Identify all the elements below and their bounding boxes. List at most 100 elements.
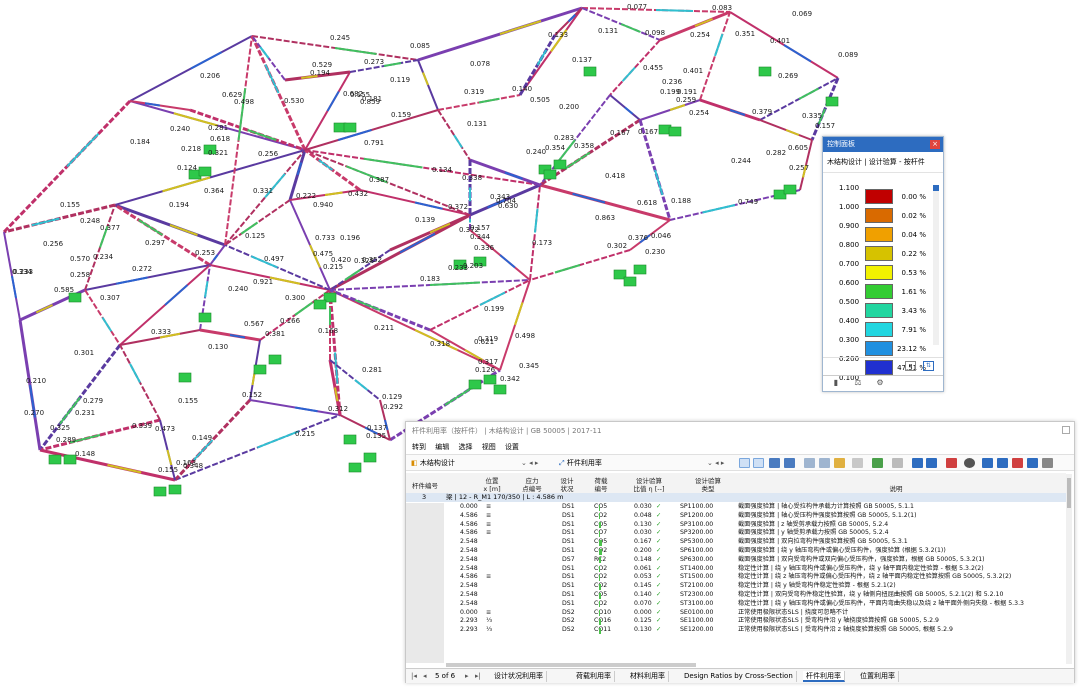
- scroll-thumb[interactable]: [1067, 478, 1071, 508]
- info-icon[interactable]: [1027, 458, 1038, 468]
- col-design-situation[interactable]: 设计 状况: [552, 477, 582, 493]
- table-row[interactable]: 0.000 ≡ DS2 CO10 0.000 ✓ SE0100.00 正常使用极限状态SLS …: [406, 609, 1066, 618]
- table-row[interactable]: 4.586 ≡ DS1 CO2 0.053 ✓ ST1500.00 稳定性计算 | 绕 z 轴…: [406, 573, 1066, 582]
- col-check-type[interactable]: 设计验算 类型: [682, 477, 734, 493]
- menu-view[interactable]: 视图: [482, 443, 496, 451]
- control-panel-titlebar[interactable]: 控制面板 ×: [823, 137, 943, 152]
- truss-member-highlight: [31, 217, 60, 227]
- member-ratio-label: 0.240: [228, 285, 248, 293]
- settings-icon[interactable]: [892, 458, 903, 468]
- color-scale-tab-icon[interactable]: ▮: [827, 378, 845, 390]
- first-page-icon[interactable]: |◂: [408, 671, 420, 682]
- error-icon[interactable]: [1012, 458, 1023, 468]
- cell-check-type: ST3100.00: [680, 599, 714, 607]
- next-page-icon[interactable]: ▸: [462, 671, 472, 682]
- member-ratio-label: 0.258: [70, 271, 90, 279]
- member-ratio-label: 0.200: [559, 103, 579, 111]
- clear-filter-icon[interactable]: [946, 458, 957, 468]
- pick-icon[interactable]: [753, 458, 764, 468]
- table-row[interactable]: 4.586 ≡ DS1 CO2 0.048 ✓ SP1200.00 截面强度验算 | 轴心受压…: [406, 512, 1066, 521]
- cell-design-situation: DS1: [562, 564, 575, 572]
- table-row[interactable]: 2.548DS7RC20.148✓SP6300.00截面强度验算 | 双向受弯构…: [406, 556, 1066, 565]
- table-row[interactable]: 2.548DS1CO50.167✓SP5300.00截面强度验算 | 双向拉弯构…: [406, 538, 1066, 547]
- settings-icon[interactable]: ▫: [905, 361, 916, 371]
- member-ratio-label: 0.339: [132, 422, 152, 430]
- member-ratio-label: 0.206: [200, 72, 221, 80]
- table-row[interactable]: 2.548DS1CO20.200✓SP6100.00截面强度验算 | 绕 y 轴…: [406, 547, 1066, 556]
- sheet-tab[interactable]: Design Ratios by Cross-Section: [681, 671, 797, 682]
- member-ratio-label: 0.168: [318, 327, 338, 335]
- member-ratio-label: 0.244: [731, 157, 752, 165]
- table-row[interactable]: 4.586≡DS1CO50.130✓SP3100.00截面强度验算 | z 轴受…: [406, 521, 1066, 530]
- table-row[interactable]: 0.000 ≡ DS1 CO5 0.030 ✓ SP1100.00 截面强度验算 | 轴心受拉…: [406, 503, 1066, 512]
- export-icon[interactable]: [834, 458, 845, 468]
- vertical-scrollbar[interactable]: [1066, 474, 1072, 664]
- print-icon[interactable]: [819, 458, 830, 468]
- legend-toggle-icon[interactable]: ⇅: [923, 361, 934, 371]
- filter-tab-icon[interactable]: ⚙: [871, 378, 889, 390]
- horizontal-scrollbar[interactable]: [446, 663, 696, 667]
- table-view-icon[interactable]: [804, 458, 815, 468]
- legend-percent: 23.12 %: [897, 345, 926, 353]
- table-nav-arrows[interactable]: ⌄ ◂ ▸: [704, 457, 734, 469]
- search-icon[interactable]: [964, 458, 975, 468]
- more-icon[interactable]: [1042, 458, 1053, 468]
- member-ratio-label: 0.133: [548, 31, 568, 39]
- legend-scrollbar[interactable]: [933, 185, 939, 345]
- member-ratio-label: 0.354: [545, 144, 566, 152]
- member-ratio-label: 0.281: [208, 124, 228, 132]
- chart-icon[interactable]: [852, 458, 863, 468]
- cell-check-type: ST1500.00: [680, 573, 714, 581]
- control-panel[interactable]: 控制面板 × 木结构设计 | 设计验算 - 按杆件 1.100 0.00 % 1.0…: [822, 136, 944, 392]
- menu-select[interactable]: 选择: [458, 443, 472, 451]
- col-stress-point[interactable]: 应力 点编号: [514, 477, 550, 493]
- table-row[interactable]: 2.293 ⅓ DS2 CO16 0.125 ✓ SE1100.00 正常使用极限状态SLS …: [406, 617, 1066, 626]
- menu-edit[interactable]: 编辑: [435, 443, 449, 451]
- close-icon[interactable]: [1062, 426, 1070, 434]
- columns-icon[interactable]: [926, 458, 937, 468]
- sheet-tab[interactable]: 杆件利用率: [803, 671, 845, 682]
- sheet-tab[interactable]: 材料利用率: [627, 671, 669, 682]
- sheet-tab[interactable]: 位置利用率: [857, 671, 899, 682]
- col-ratio[interactable]: 设计验算 比值 η [--]: [618, 477, 680, 493]
- cell-check-icon: ✓: [656, 538, 662, 546]
- member-ratio-label: 0.301: [74, 349, 94, 357]
- member-ratio-label: 0.335: [802, 112, 822, 120]
- close-icon[interactable]: ×: [930, 140, 940, 149]
- member-group-row[interactable]: 3 梁 | 12 - R_M1 170/350 | L : 4.586 m: [406, 493, 1066, 502]
- scroll-thumb[interactable]: [933, 185, 939, 191]
- sheet-tab[interactable]: 设计状况利用率: [491, 671, 547, 682]
- balance-tab-icon[interactable]: ⚖: [849, 378, 867, 390]
- table-row[interactable]: 2.548DS1CO50.140✓ST2300.00稳定性计算 | 双向受弯构件…: [406, 591, 1066, 600]
- col-location[interactable]: 位置 x [m]: [472, 477, 512, 493]
- table-row[interactable]: 2.548 DS1 CO2 0.070 ✓ ST3100.00 稳定性计算 | 绕 y 轴压…: [406, 600, 1066, 609]
- cell-ratio: 0.167: [634, 538, 652, 546]
- col-member-no[interactable]: 杆件编号: [408, 482, 442, 490]
- col-loading[interactable]: 荷载 编号: [586, 477, 616, 493]
- prev-page-icon[interactable]: ◂: [420, 671, 430, 682]
- member-icon[interactable]: [769, 458, 780, 468]
- module-nav-arrows[interactable]: ⌄ ◂ ▸: [518, 457, 548, 469]
- section-icon[interactable]: [784, 458, 795, 468]
- results-window[interactable]: 杆件利用率（按杆件） | 木结构设计 | GB 50005 | 2017-11 …: [405, 421, 1075, 683]
- member-ratio-label: 0.338: [462, 174, 482, 182]
- sheet-tab[interactable]: 荷载利用率: [573, 671, 615, 682]
- last-page-icon[interactable]: ▸|: [472, 671, 484, 682]
- cell-description: 截面强度验算 | 绕 y 轴压弯构件或偏心受压构件，强度验算 (根据 5.3.2…: [738, 547, 946, 554]
- menu-goto[interactable]: 转到: [412, 443, 426, 451]
- select-icon[interactable]: [739, 458, 750, 468]
- menu-settings[interactable]: 设置: [505, 443, 519, 451]
- table-row[interactable]: 2.548DS1CO20.145✓ST2100.00稳定性计算 | 绕 y 轴受…: [406, 582, 1066, 591]
- member-ratio-label: 0.372: [459, 226, 479, 234]
- display-icon[interactable]: [872, 458, 883, 468]
- module-combo[interactable]: ◧ 木结构设计: [408, 457, 528, 469]
- align-icon[interactable]: [997, 458, 1008, 468]
- member-ratio-label: 0.351: [735, 30, 755, 38]
- filter-icon[interactable]: [912, 458, 923, 468]
- support-icon: [758, 66, 772, 77]
- col-description[interactable]: 说明: [736, 485, 1056, 493]
- sort-icon[interactable]: [982, 458, 993, 468]
- ratio-bar: [599, 583, 602, 590]
- table-row[interactable]: 2.293 ⅓ DS2 CO11 0.130 ✓ SE1200.00 正常使用极限状态SLS …: [406, 626, 1066, 635]
- table-row[interactable]: 4.586 ≡ DS1 CO7 0.030 ✓ SP3200.00 截面强度验算 | y 轴受…: [406, 529, 1066, 538]
